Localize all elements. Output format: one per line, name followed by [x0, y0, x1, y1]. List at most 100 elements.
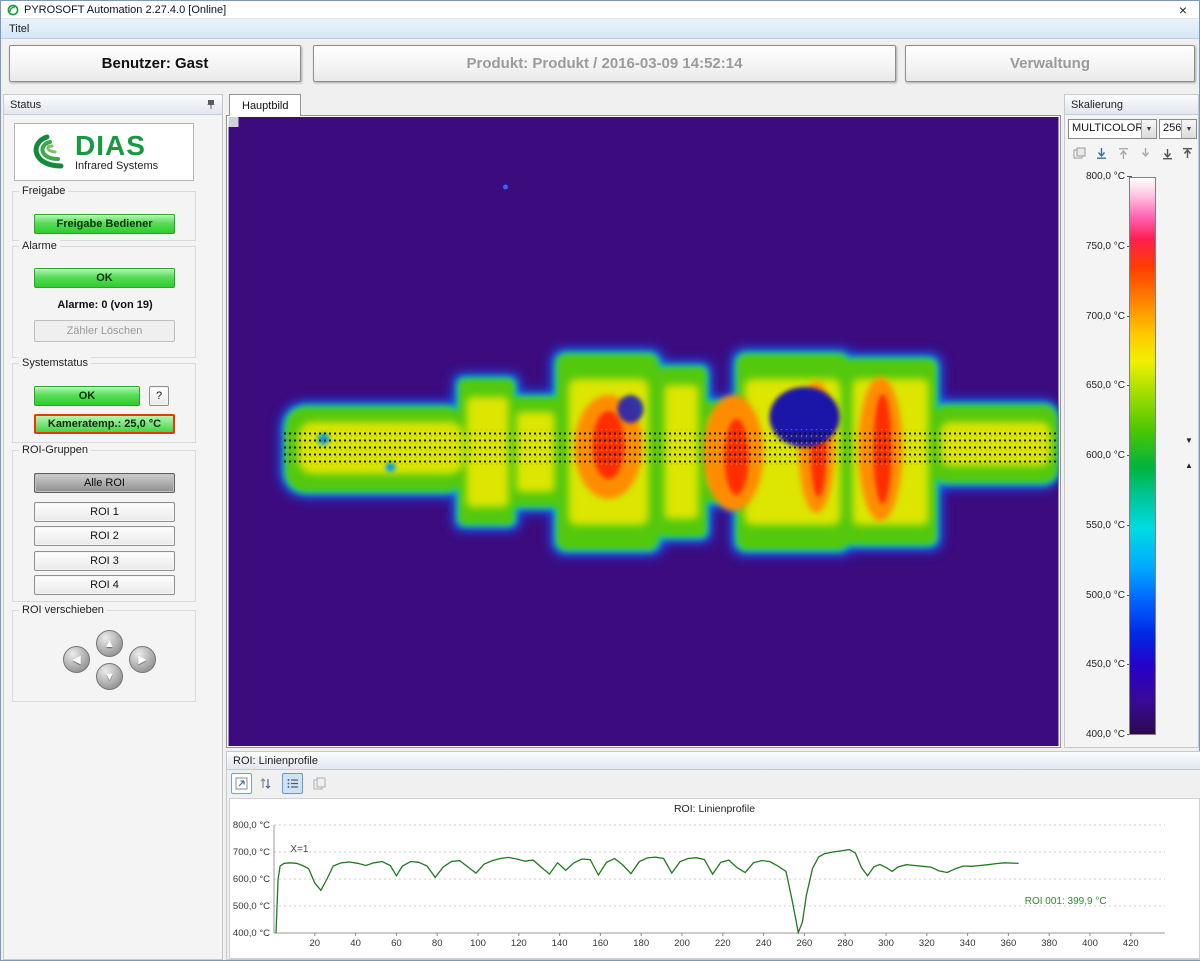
palette-copy-icon[interactable] — [1071, 145, 1088, 162]
verwaltung-button[interactable]: Verwaltung — [905, 45, 1195, 82]
scale-shift-down-button[interactable]: ▼ — [1185, 437, 1193, 445]
svg-text:160: 160 — [592, 938, 608, 949]
product-button[interactable]: Produkt: Produkt / 2016-03-09 14:52:14 — [313, 45, 896, 82]
dias-logo-text: DIAS — [75, 133, 158, 159]
alarme-ok-indicator[interactable]: OK — [34, 268, 175, 288]
freigabe-group: Freigabe Freigabe Bediener — [12, 191, 196, 241]
alarme-group-label: Alarme — [19, 240, 60, 252]
svg-text:X=1: X=1 — [290, 844, 309, 855]
profile-panel: ROI: Linienprofile ROI: Linienprofile 80… — [226, 751, 1200, 960]
title-bar: PYROSOFT Automation 2.27.4.0 [Online] × — [1, 1, 1199, 19]
close-button[interactable]: × — [1173, 3, 1193, 17]
svg-text:500,0 °C: 500,0 °C — [233, 901, 270, 912]
levels-select[interactable]: 256 ▼ — [1159, 119, 1197, 139]
roi-gruppen-group-label: ROI-Gruppen — [19, 444, 91, 456]
roi-move-down-button[interactable]: ▼ — [96, 663, 123, 690]
roi-button-3[interactable]: ROI 3 — [34, 551, 175, 571]
scale-max-icon[interactable] — [1159, 145, 1176, 162]
temperature-scale: 800,0 °C 750,0 °C 700,0 °C 650,0 °C 600,… — [1065, 169, 1198, 747]
svg-text:60: 60 — [391, 938, 402, 949]
palette-select[interactable]: MULTICOLOR ▼ — [1068, 119, 1157, 139]
legend-icon[interactable] — [282, 773, 303, 794]
svg-text:700,0 °C: 700,0 °C — [233, 847, 270, 858]
systemstatus-ok-indicator[interactable]: OK — [34, 386, 140, 406]
scale-auto-icon[interactable] — [1093, 145, 1110, 162]
scale-down-icon[interactable] — [1137, 145, 1154, 162]
chevron-down-icon: ▼ — [1181, 120, 1196, 138]
arrow-down-icon: ▼ — [104, 671, 115, 683]
svg-text:300: 300 — [878, 938, 894, 949]
levels-select-value: 256 — [1160, 120, 1181, 138]
roi-verschieben-group: ROI verschieben ▲ ◀ ▶ ▼ — [12, 610, 196, 702]
profile-toolbar — [229, 770, 1200, 798]
systemstatus-help-button[interactable]: ? — [149, 386, 169, 406]
scale-label-400: 400,0 °C — [1073, 729, 1125, 741]
pin-icon[interactable] — [206, 99, 216, 110]
roi-button-alle[interactable]: Alle ROI — [34, 473, 175, 493]
copy-icon[interactable] — [309, 773, 330, 794]
svg-text:340: 340 — [960, 938, 976, 949]
roi-move-left-button[interactable]: ◀ — [63, 646, 90, 673]
svg-text:260: 260 — [796, 938, 812, 949]
camera-temp-indicator: Kameratemp.: 25,0 °C — [34, 414, 175, 434]
profile-chart-box: ROI: Linienprofile 800,0 °C 700,0 °C 600,0… — [229, 798, 1200, 959]
svg-text:180: 180 — [633, 938, 649, 949]
scale-min-icon[interactable] — [1179, 145, 1196, 162]
scale-label-450: 450,0 °C — [1073, 659, 1125, 671]
app-icon — [7, 4, 19, 16]
roi-button-4[interactable]: ROI 4 — [34, 575, 175, 595]
arrow-up-icon: ▲ — [104, 638, 115, 650]
chart-title: ROI: Linienprofile — [230, 799, 1199, 815]
freigabe-bediener-button[interactable]: Freigabe Bediener — [34, 214, 175, 234]
scale-shift-up-button[interactable]: ▲ — [1185, 462, 1193, 470]
roi-gruppen-group: ROI-Gruppen Alle ROI ROI 1 ROI 2 ROI 3 R… — [12, 450, 196, 602]
scale-up-icon[interactable] — [1115, 145, 1132, 162]
svg-text:320: 320 — [919, 938, 935, 949]
roi-move-up-button[interactable]: ▲ — [96, 630, 123, 657]
alarme-count-text: Alarme: 0 (von 19) — [13, 299, 197, 311]
zaehler-loeschen-button[interactable]: Zähler Löschen — [34, 320, 175, 342]
freigabe-group-label: Freigabe — [19, 185, 68, 197]
thermal-image[interactable] — [228, 117, 1059, 746]
svg-text:220: 220 — [715, 938, 731, 949]
window-title: PYROSOFT Automation 2.27.4.0 [Online] — [24, 4, 226, 16]
status-panel-header: Status — [4, 95, 222, 115]
roi-button-1[interactable]: ROI 1 — [34, 502, 175, 522]
thermal-image-frame — [226, 115, 1061, 748]
tab-hauptbild[interactable]: Hauptbild — [229, 94, 301, 116]
color-scale-bar — [1129, 177, 1156, 735]
scale-label-750: 750,0 °C — [1073, 241, 1125, 253]
chart-export-icon[interactable] — [231, 773, 252, 794]
roi-move-right-button[interactable]: ▶ — [129, 646, 156, 673]
roi-verschieben-group-label: ROI verschieben — [19, 604, 107, 616]
svg-text:240: 240 — [756, 938, 772, 949]
arrow-left-icon: ◀ — [72, 653, 80, 666]
systemstatus-group-label: Systemstatus — [19, 357, 91, 369]
pyrosoft-window: { "window": { "title": "PYROSOFT Automat… — [0, 0, 1200, 961]
scale-label-800: 800,0 °C — [1073, 171, 1125, 183]
svg-text:420: 420 — [1123, 938, 1139, 949]
main-view: Hauptbild — [226, 94, 1061, 748]
svg-text:140: 140 — [552, 938, 568, 949]
scale-label-600: 600,0 °C — [1073, 450, 1125, 462]
svg-text:280: 280 — [837, 938, 853, 949]
titel-bar: Titel — [1, 19, 1199, 39]
svg-text:800,0 °C: 800,0 °C — [233, 820, 270, 831]
svg-text:40: 40 — [350, 938, 361, 949]
dias-logo: DIAS Infrared Systems — [14, 123, 194, 181]
skalierung-panel: Skalierung MULTICOLOR ▼ 256 ▼ 800,0 °C 7… — [1064, 94, 1199, 748]
user-button[interactable]: Benutzer: Gast — [9, 45, 301, 82]
chart-scale-icon[interactable] — [255, 773, 276, 794]
dias-swirl-icon — [23, 132, 69, 172]
svg-text:600,0 °C: 600,0 °C — [233, 874, 270, 885]
roi-button-2[interactable]: ROI 2 — [34, 526, 175, 546]
status-panel-title: Status — [10, 99, 41, 111]
scale-label-650: 650,0 °C — [1073, 380, 1125, 392]
status-panel: Status DIAS Infrared Systems Freigabe Fr… — [3, 94, 223, 960]
svg-text:ROI 001: 399,9 °C: ROI 001: 399,9 °C — [1025, 896, 1107, 907]
svg-text:360: 360 — [1000, 938, 1016, 949]
skalierung-title: Skalierung — [1071, 99, 1123, 111]
svg-text:80: 80 — [432, 938, 443, 949]
skalierung-panel-header: Skalierung — [1065, 95, 1198, 115]
svg-text:380: 380 — [1041, 938, 1057, 949]
